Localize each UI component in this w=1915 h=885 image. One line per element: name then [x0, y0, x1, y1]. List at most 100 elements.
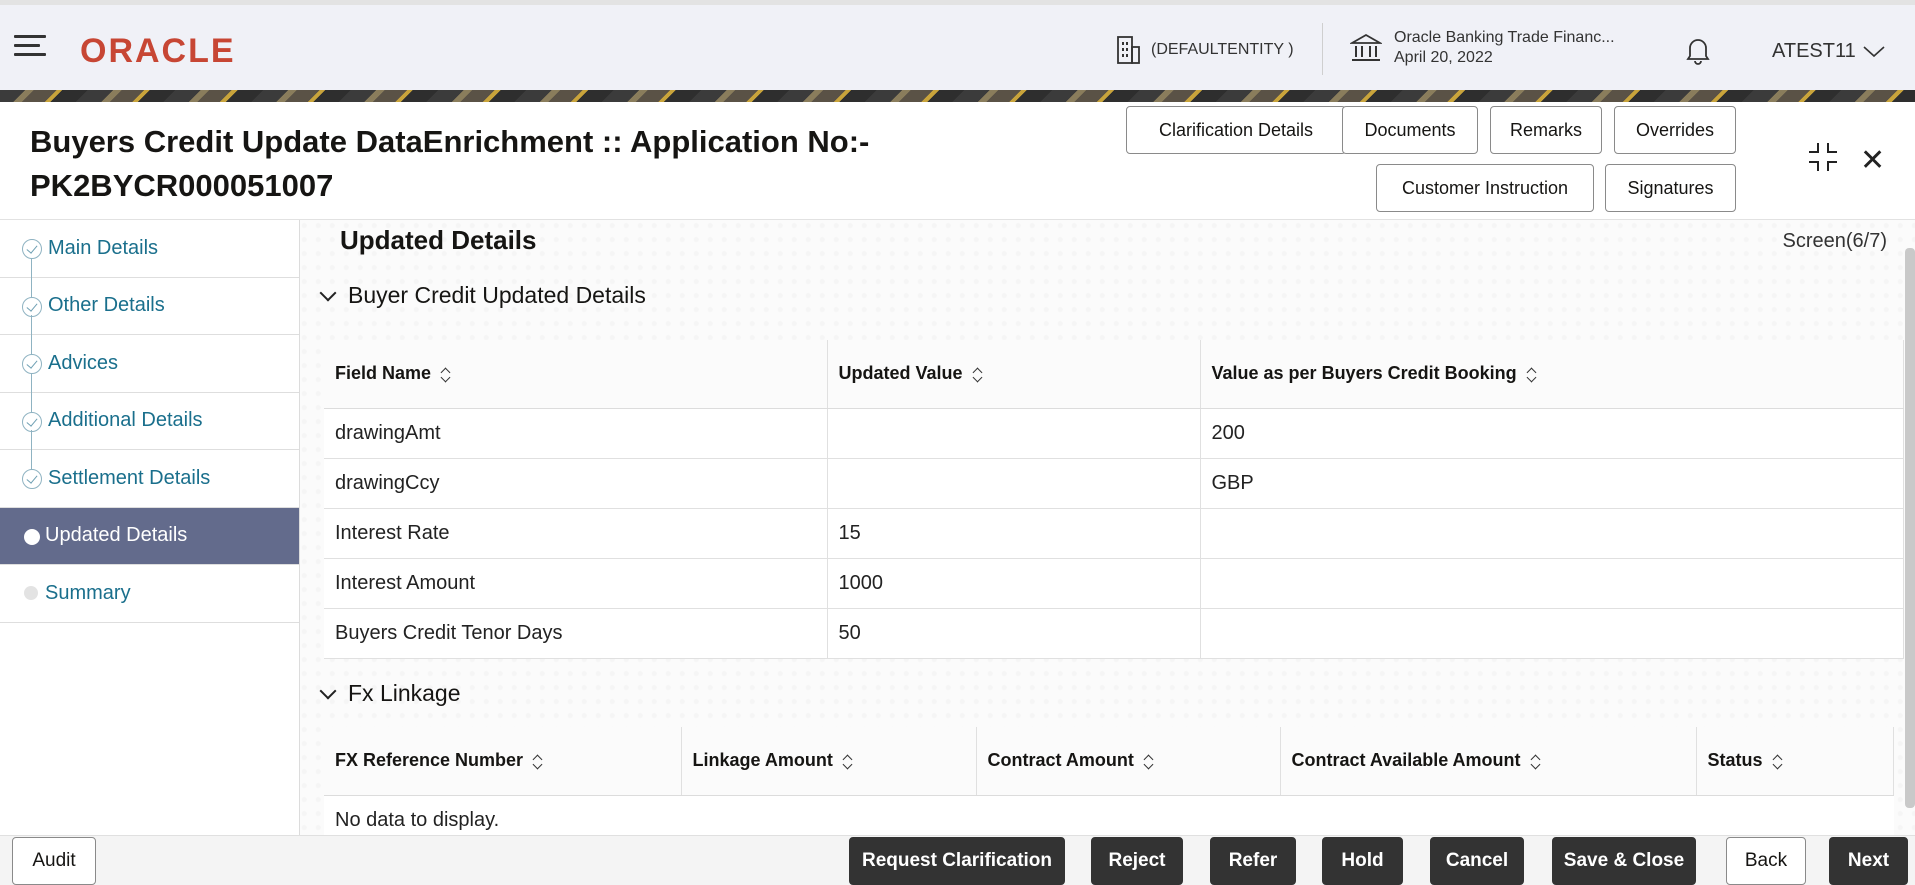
- nav-item-advices[interactable]: Advices: [0, 315, 299, 393]
- table-cell: GBP: [1200, 458, 1904, 509]
- nav-item-label: Main Details: [48, 236, 159, 259]
- hold-button[interactable]: Hold: [1322, 837, 1403, 885]
- column-header[interactable]: Linkage Amount: [681, 727, 977, 796]
- sort-icon[interactable]: [441, 367, 451, 383]
- user-name: ATEST11: [1772, 40, 1856, 62]
- chevron-down-icon: [319, 284, 337, 301]
- column-header[interactable]: Status: [1696, 727, 1894, 796]
- column-header-label: Contract Available Amount: [1291, 750, 1521, 771]
- collapse-icon[interactable]: [1808, 142, 1838, 177]
- overrides-button[interactable]: Overrides: [1614, 106, 1736, 154]
- table-row: Buyers Credit Tenor Days 50: [324, 608, 1904, 659]
- nav-item-main-details[interactable]: Main Details: [0, 220, 299, 278]
- clarification-details-button[interactable]: Clarification Details: [1126, 106, 1346, 154]
- nav-item-other-details[interactable]: Other Details: [0, 257, 299, 335]
- sort-icon[interactable]: [1144, 754, 1154, 770]
- oracle-logo: ORACLE: [80, 32, 236, 70]
- table-row: Interest Amount 1000: [324, 558, 1904, 609]
- menu-icon[interactable]: [14, 35, 46, 57]
- chevron-down-icon: [319, 682, 337, 699]
- table-row: No data to display.: [324, 795, 1894, 835]
- column-header[interactable]: Field Name: [324, 340, 828, 409]
- column-header-label: Linkage Amount: [692, 750, 833, 771]
- audit-button[interactable]: Audit: [12, 837, 96, 885]
- nav-connector: [31, 315, 32, 355]
- column-header[interactable]: Value as per Buyers Credit Booking: [1200, 340, 1904, 409]
- check-circle-icon: [22, 239, 42, 259]
- nav-item-label: Updated Details: [45, 524, 188, 547]
- group-title: Fx Linkage: [348, 680, 461, 706]
- refer-button[interactable]: Refer: [1210, 837, 1296, 885]
- buyer-credit-table: Field Name Updated Value Value as per Bu…: [324, 340, 1904, 659]
- nav-item-updated-details[interactable]: Updated Details: [0, 507, 299, 565]
- table-cell: 1000: [827, 558, 1201, 609]
- train-stop-nav: Main Details Other Details Advices Addit…: [0, 220, 300, 835]
- fx-linkage-table: FX Reference Number Linkage Amount Contr…: [324, 727, 1894, 835]
- nav-item-additional-details[interactable]: Additional Details: [0, 372, 299, 450]
- fx-linkage-group-header[interactable]: Fx Linkage: [319, 680, 461, 707]
- check-circle-icon: [22, 296, 42, 317]
- table-row: drawingAmt 200: [324, 408, 1904, 459]
- column-header-label: Updated Value: [838, 363, 963, 384]
- column-header-label: Contract Amount: [987, 750, 1134, 771]
- main-content: Updated Details Screen(6/7) Buyer Credit…: [300, 220, 1915, 835]
- save-and-close-button[interactable]: Save & Close: [1552, 837, 1696, 885]
- nav-item-label: Summary: [45, 581, 131, 604]
- cancel-button[interactable]: Cancel: [1430, 837, 1524, 885]
- sort-icon[interactable]: [973, 367, 983, 383]
- table-cell: 200: [1200, 408, 1904, 459]
- customer-instruction-button[interactable]: Customer Instruction: [1376, 164, 1594, 212]
- column-header-label: FX Reference Number: [335, 750, 524, 771]
- signatures-button[interactable]: Signatures: [1605, 164, 1736, 212]
- next-button[interactable]: Next: [1829, 837, 1908, 885]
- decorative-banner: [0, 90, 1915, 102]
- table-cell: [827, 458, 1201, 509]
- sort-icon[interactable]: [1531, 754, 1541, 770]
- notification-bell-icon[interactable]: [1685, 35, 1711, 70]
- group-title: Buyer Credit Updated Details: [348, 282, 646, 308]
- table-cell: Buyers Credit Tenor Days: [324, 608, 828, 659]
- table-cell: drawingAmt: [324, 408, 828, 459]
- section-title: Updated Details: [340, 225, 537, 255]
- bank-selector[interactable]: Oracle Banking Trade Financ... April 20,…: [1350, 28, 1615, 68]
- nav-item-label: Other Details: [48, 294, 165, 317]
- sort-icon[interactable]: [533, 754, 543, 770]
- pending-step-dot-icon: [24, 586, 38, 600]
- page-title: Buyers Credit Update DataEnrichment :: A…: [30, 120, 930, 208]
- buyer-credit-group-header[interactable]: Buyer Credit Updated Details: [319, 282, 646, 309]
- column-header[interactable]: Updated Value: [827, 340, 1201, 409]
- action-footer: Audit Request Clarification Reject Refer…: [0, 835, 1915, 885]
- entity-label: (DEFAULTENTITY ): [1151, 41, 1294, 58]
- app-header: ORACLE (DEFAULTENTITY ) Oracle Banking T…: [0, 0, 1915, 90]
- nav-connector: [31, 257, 32, 298]
- sort-icon[interactable]: [1527, 367, 1537, 383]
- user-menu[interactable]: ATEST11: [1772, 40, 1886, 63]
- application-number: PK2BYCR000051007: [30, 168, 334, 203]
- column-header[interactable]: FX Reference Number: [324, 727, 682, 796]
- check-circle-icon: [22, 469, 42, 489]
- header-divider: [1322, 23, 1323, 75]
- column-header[interactable]: Contract Amount: [976, 727, 1281, 796]
- column-header-label: Status: [1707, 750, 1763, 771]
- column-header[interactable]: Contract Available Amount: [1280, 727, 1697, 796]
- sort-icon[interactable]: [1773, 754, 1783, 770]
- entity-selector[interactable]: (DEFAULTENTITY ): [1115, 35, 1294, 65]
- active-step-dot-icon: [24, 528, 40, 545]
- column-header-label: Value as per Buyers Credit Booking: [1211, 363, 1517, 384]
- reject-button[interactable]: Reject: [1091, 837, 1183, 885]
- table-cell: Interest Amount: [324, 558, 828, 609]
- remarks-button[interactable]: Remarks: [1490, 106, 1602, 154]
- back-button[interactable]: Back: [1726, 837, 1806, 885]
- building-icon: [1117, 36, 1140, 64]
- content-scrollbar[interactable]: [1905, 248, 1915, 808]
- documents-button[interactable]: Documents: [1342, 106, 1478, 154]
- table-row: drawingCcy GBP: [324, 458, 1904, 509]
- close-icon[interactable]: ✕: [1860, 146, 1885, 176]
- table-cell: [1200, 608, 1904, 659]
- nav-item-summary[interactable]: Summary: [0, 565, 299, 623]
- sort-icon[interactable]: [843, 754, 853, 770]
- nav-item-settlement-details[interactable]: Settlement Details: [0, 430, 299, 508]
- request-clarification-button[interactable]: Request Clarification: [849, 837, 1065, 885]
- bank-name: Oracle Banking Trade Financ...: [1394, 29, 1615, 46]
- bank-date: April 20, 2022: [1394, 49, 1493, 66]
